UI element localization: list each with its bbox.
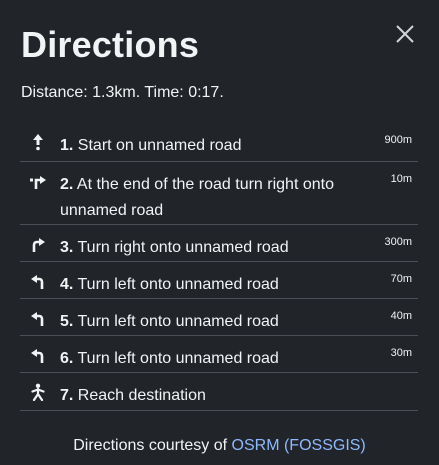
time-value: 0:17. (188, 84, 224, 101)
panel-title: Directions (21, 24, 200, 65)
osrm-link[interactable]: OSRM (FOSSGIS) (232, 437, 366, 454)
step-instruction: Turn left onto unnamed road (77, 313, 279, 330)
step-number: 5. (60, 313, 74, 330)
attribution-text: Directions courtesy of (73, 437, 228, 454)
directions-steps: 1. Start on unnamed road 900m 2. At the … (20, 123, 418, 411)
step-distance: 10m (390, 173, 412, 185)
step-number: 4. (60, 276, 74, 293)
step-instruction: Start on unnamed road (77, 137, 242, 154)
step-instruction: Turn left onto unnamed road (77, 350, 279, 367)
time-label: Time: (144, 84, 184, 101)
step-text: 6. Turn left onto unnamed road (60, 346, 360, 372)
step-distance: 300m (384, 236, 412, 248)
step-number: 2. (60, 176, 74, 193)
turn-left-icon (29, 346, 47, 364)
step-text: 4. Turn left onto unnamed road (60, 272, 360, 298)
directions-attribution: Directions courtesy of OSRM (FOSSGIS) (0, 435, 439, 457)
distance-value: 1.3km. (92, 84, 141, 101)
step-number: 6. (60, 350, 74, 367)
step-number: 1. (60, 137, 74, 154)
direction-step-5[interactable]: 5. Turn left onto unnamed road 40m (20, 299, 418, 336)
direction-step-1[interactable]: 1. Start on unnamed road 900m (20, 123, 418, 162)
turn-right-icon (29, 235, 47, 253)
step-text: 7. Reach destination (60, 383, 360, 409)
step-distance: 30m (390, 347, 412, 359)
step-distance: 900m (384, 134, 412, 146)
direction-step-4[interactable]: 4. Turn left onto unnamed road 70m (20, 262, 418, 299)
step-text: 3. Turn right onto unnamed road (60, 235, 360, 261)
step-text: 2. At the end of the road turn right ont… (60, 172, 360, 224)
step-instruction: Reach destination (77, 387, 206, 404)
destination-icon (29, 383, 47, 401)
step-distance: 40m (390, 310, 412, 322)
distance-label: Distance: (21, 84, 88, 101)
directions-panel: Directions Distance: 1.3km. Time: 0:17. … (0, 0, 439, 465)
step-number: 3. (60, 239, 74, 256)
close-icon (396, 25, 414, 43)
close-button[interactable] (395, 24, 415, 44)
turn-left-icon (29, 272, 47, 290)
step-text: 1. Start on unnamed road (60, 133, 360, 159)
turn-left-icon (29, 309, 47, 327)
step-instruction: Turn left onto unnamed road (77, 276, 279, 293)
step-instruction: Turn right onto unnamed road (77, 239, 289, 256)
direction-step-2[interactable]: 2. At the end of the road turn right ont… (20, 162, 418, 225)
direction-step-7[interactable]: 7. Reach destination (20, 373, 418, 411)
direction-step-3[interactable]: 3. Turn right onto unnamed road 300m (20, 225, 418, 262)
step-number: 7. (60, 387, 74, 404)
step-distance: 70m (390, 273, 412, 285)
straight-arrow-icon (29, 133, 47, 151)
step-text: 5. Turn left onto unnamed road (60, 309, 360, 335)
end-of-road-right-icon (29, 172, 47, 190)
direction-step-6[interactable]: 6. Turn left onto unnamed road 30m (20, 336, 418, 373)
step-instruction: At the end of the road turn right onto u… (60, 176, 334, 219)
route-summary: Distance: 1.3km. Time: 0:17. (21, 82, 224, 104)
